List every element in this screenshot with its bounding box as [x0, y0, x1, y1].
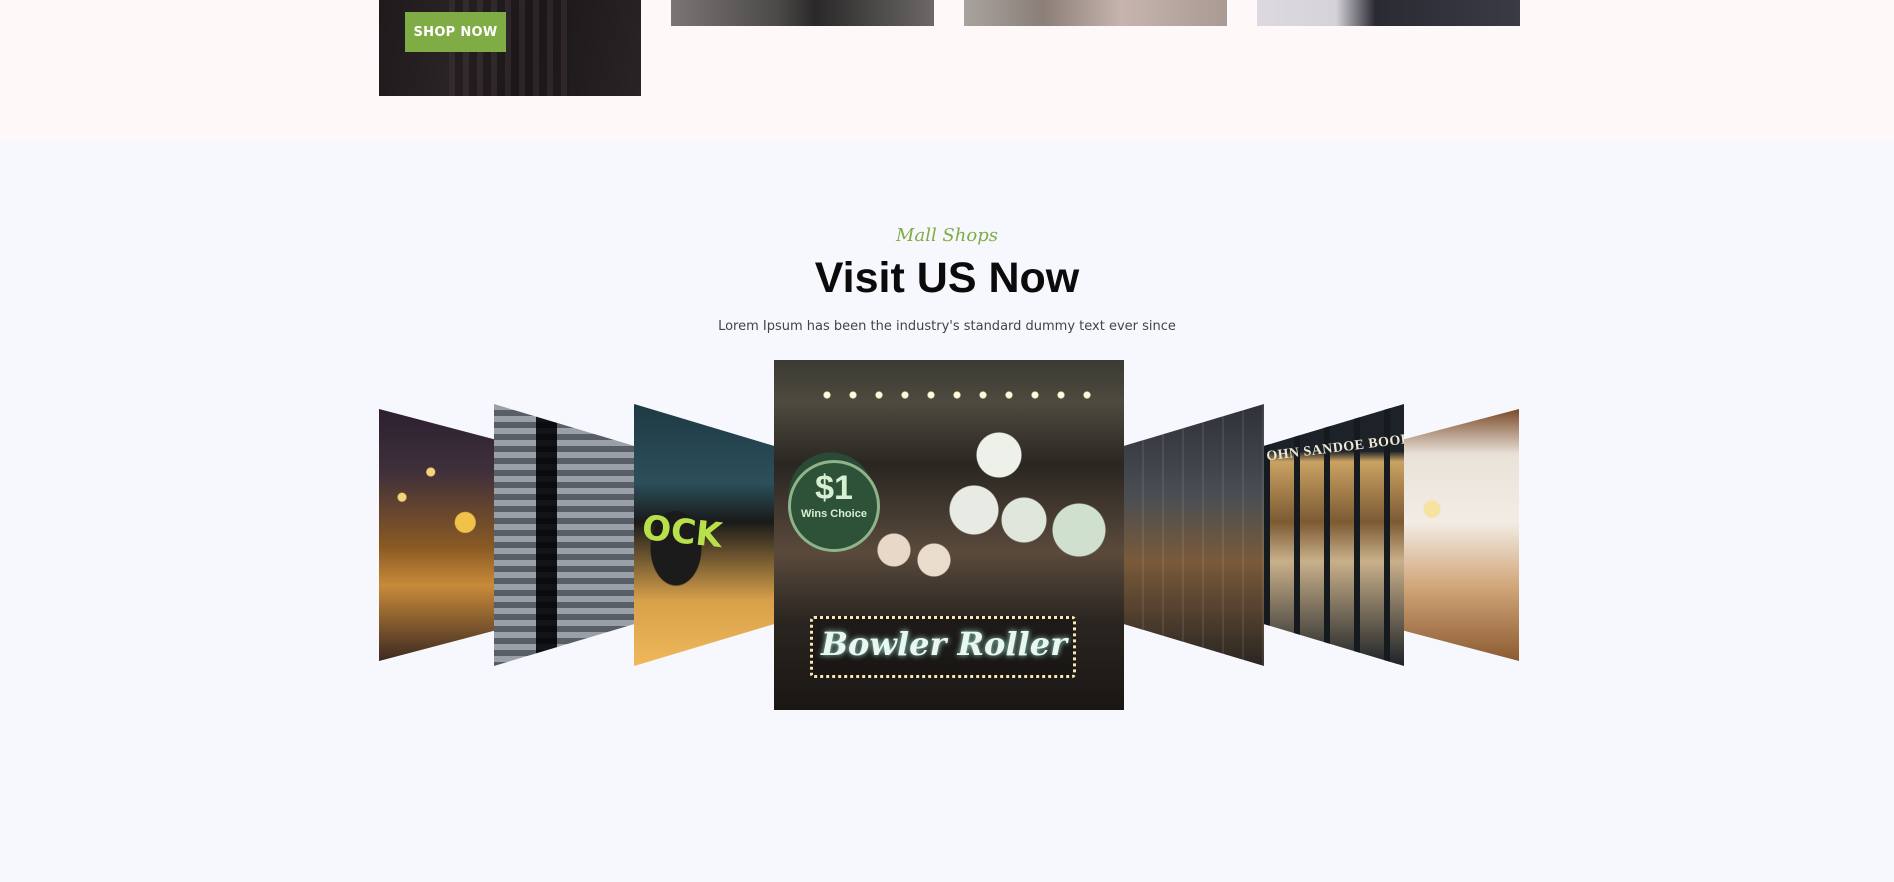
- carousel-slide[interactable]: [379, 409, 494, 661]
- slide-sign-text: OCK: [640, 507, 725, 557]
- carousel-slide[interactable]: OHN SANDOE BOOKS: [1264, 404, 1404, 666]
- price-sign-caption: Wins Choice: [801, 508, 867, 520]
- carousel-slide-active[interactable]: $1 Wins Choice Bowler Roller: [774, 360, 1124, 710]
- neon-sign: Bowler Roller: [810, 616, 1076, 678]
- shops-carousel: OCK $1 Wins Choice Bowler Roller OHN SAN…: [0, 0, 1894, 882]
- carousel-slide[interactable]: OCK: [634, 404, 774, 666]
- slide-sign-text: OHN SANDOE BOOKS: [1265, 430, 1404, 465]
- neon-sign-text: Bowler Roller: [821, 625, 1067, 663]
- carousel-slide[interactable]: [1404, 409, 1519, 661]
- ceiling-lights: [814, 390, 1094, 400]
- carousel-slide[interactable]: [494, 404, 634, 666]
- price-sign-amount: $1: [815, 469, 853, 507]
- carousel-slide[interactable]: [1124, 404, 1264, 666]
- price-sign: $1 Wins Choice: [788, 460, 880, 552]
